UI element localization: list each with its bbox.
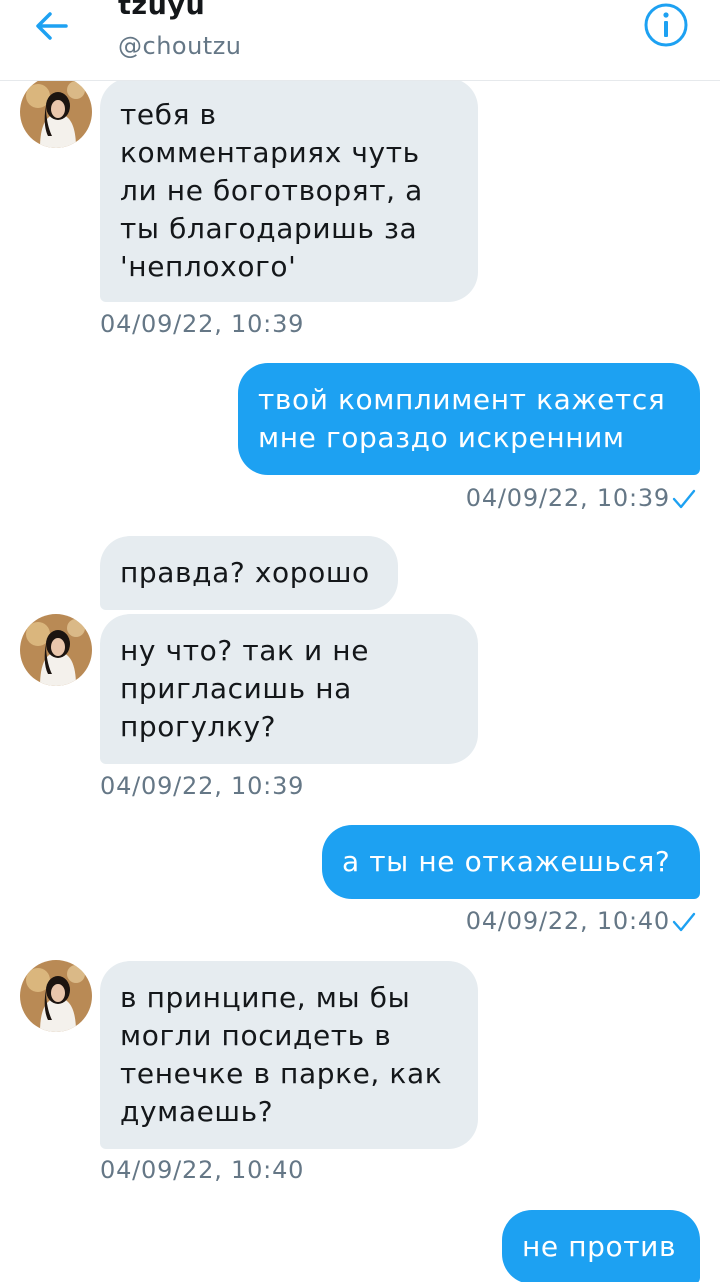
conversation-header: tzuyu @choutzu xyxy=(0,0,720,81)
message-timestamp: 04/09/22, 10:40 xyxy=(100,1156,305,1184)
info-icon xyxy=(644,3,688,47)
back-button[interactable] xyxy=(30,6,76,46)
avatar[interactable] xyxy=(20,76,92,148)
message-timestamp-row: 04/09/22, 10:40 xyxy=(466,907,696,935)
message-timestamp: 04/09/22, 10:39 xyxy=(100,772,305,800)
message-timestamp: 04/09/22, 10:40 xyxy=(465,907,670,935)
avatar[interactable] xyxy=(20,960,92,1032)
read-check-icon xyxy=(672,489,696,509)
message-timestamp: 04/09/22, 10:39 xyxy=(465,484,670,512)
message-text: в принципе, мы бы могли посидеть в тенеч… xyxy=(120,981,443,1128)
message-text: правда? хорошо xyxy=(120,556,370,589)
message-bubble-received[interactable]: в принципе, мы бы могли посидеть в тенеч… xyxy=(100,961,478,1149)
conversation-handle[interactable]: @choutzu xyxy=(118,32,242,60)
message-bubble-received[interactable]: правда? хорошо xyxy=(100,536,398,610)
message-bubble-received[interactable]: тебя в комментариях чуть ли не боготворя… xyxy=(100,78,478,302)
message-text: тебя в комментариях чуть ли не боготворя… xyxy=(120,98,423,283)
dm-conversation-screen: tzuyu @choutzu тебя в комментариях чуть … xyxy=(0,0,720,1282)
message-timestamp: 04/09/22, 10:39 xyxy=(100,310,305,338)
message-timestamp-row: 04/09/22, 10:39 xyxy=(466,484,696,512)
message-text: а ты не откажешься? xyxy=(342,845,671,878)
avatar[interactable] xyxy=(20,614,92,686)
message-text: не против xyxy=(522,1230,677,1263)
message-text: твой комплимент кажется мне гораздо искр… xyxy=(258,383,666,454)
message-text: ну что? так и не пригласишь на прогулку? xyxy=(120,634,370,743)
read-check-icon xyxy=(672,912,696,932)
message-bubble-sent[interactable]: твой комплимент кажется мне гораздо искр… xyxy=(238,363,700,475)
conversation-info-button[interactable] xyxy=(643,2,689,48)
message-bubble-sent[interactable]: не против xyxy=(502,1210,700,1282)
message-bubble-sent[interactable]: а ты не откажешься? xyxy=(322,825,700,899)
arrow-left-icon xyxy=(36,12,68,40)
conversation-display-name[interactable]: tzuyu xyxy=(118,0,205,21)
message-bubble-received[interactable]: ну что? так и не пригласишь на прогулку? xyxy=(100,614,478,764)
